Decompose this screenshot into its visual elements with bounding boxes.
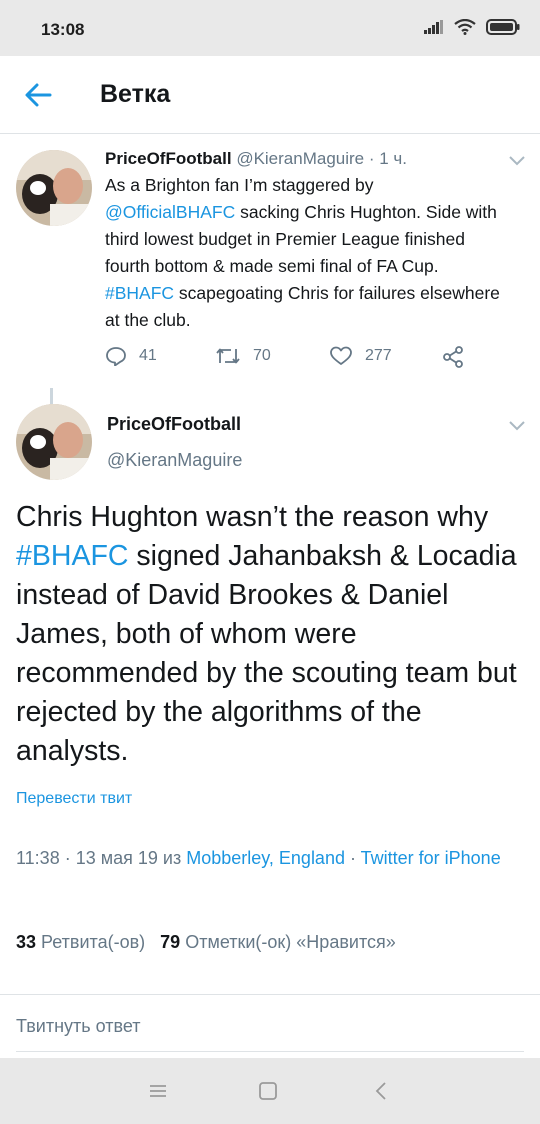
share-button[interactable] [442,346,464,368]
tweet-stats: 33 Ретвита(-ов) 79 Отметки(-ок) «Нравитс… [16,932,396,953]
author-name: PriceOfFootball [105,149,232,168]
avatar-image [16,404,92,480]
arrow-left-icon [25,83,52,107]
mention-link[interactable]: @OfficialBHAFC [105,202,235,222]
like-button[interactable]: 277 [329,346,392,366]
heart-icon [330,346,352,365]
thread-connector [50,388,53,404]
avatar-image [16,150,92,226]
system-nav-bar [0,1058,540,1124]
text-part: Chris Hughton wasn’t the reason why [16,501,489,533]
retweet-button[interactable]: 70 [215,346,271,366]
parent-tweet[interactable]: PriceOfFootball @KieranMaguire · 1 ч. As… [105,146,505,334]
likes-stat[interactable]: 79 Отметки(-ок) «Нравится» [160,932,396,952]
chevron-left-icon [375,1082,386,1100]
tweet-header: PriceOfFootball @KieranMaguire · 1 ч. [105,146,505,172]
main-tweet-text: Chris Hughton wasn’t the reason why #BHA… [16,498,526,771]
avatar[interactable] [16,404,92,480]
divider [0,994,540,995]
app-header: Ветка [0,56,540,134]
hashtag-link[interactable]: #BHAFC [105,283,174,303]
tweet-menu-caret[interactable] [507,153,527,167]
separator: · [364,149,380,168]
like-total: 79 [160,932,181,952]
hashtag-link[interactable]: #BHAFC [16,540,128,572]
author-handle: @KieranMaguire [236,149,365,168]
location-link[interactable]: Mobberley, England [186,848,345,868]
retweet-count: 70 [253,347,271,364]
page-title: Ветка [100,80,171,108]
retweet-label: Ретвита(-ов) [41,932,146,952]
author-name[interactable]: PriceOfFootball [107,414,241,435]
source-link[interactable]: Twitter for iPhone [361,848,501,868]
reply-icon [106,347,126,366]
author-handle[interactable]: @KieranMaguire [107,450,242,471]
text-part: signed Jahanbaksh & Locadia instead of D… [16,540,517,767]
timestamp: 11:38 · 13 мая 19 из [16,848,187,868]
reply-count: 41 [139,347,157,364]
back-button[interactable] [22,80,54,110]
retweets-stat[interactable]: 33 Ретвита(-ов) [16,932,145,952]
tweet-menu-caret[interactable] [507,418,527,432]
status-time: 13:08 [41,20,85,39]
tweet-text: As a Brighton fan I’m staggered by @Offi… [105,172,505,334]
reply-input[interactable]: Твитнуть ответ [16,1016,524,1052]
chevron-down-icon [509,421,525,431]
share-icon [443,346,463,368]
status-icons [424,19,520,35]
wifi-icon [454,19,476,35]
menu-icon [150,1085,166,1097]
tweet-time: 1 ч. [379,149,408,168]
signal-icon [424,20,443,34]
home-nav-button[interactable] [256,1080,280,1102]
home-square-icon [259,1082,277,1100]
tweet-actions: 41 70 277 [105,346,485,376]
meta-separator: · [344,848,361,868]
status-bar: 13:08 [0,0,540,56]
like-label: Отметки(-ок) «Нравится» [185,932,396,952]
tweet-meta: 11:38 · 13 мая 19 из Mobberley, England … [16,845,516,872]
menu-nav-button[interactable] [146,1080,170,1102]
reply-button[interactable]: 41 [105,346,157,366]
retweet-icon [216,348,240,364]
text-part: As a Brighton fan I’m staggered by [105,175,374,195]
translate-tweet-link[interactable]: Перевести твит [16,790,132,808]
like-count: 277 [365,347,392,364]
back-nav-button[interactable] [370,1080,394,1102]
battery-icon [486,19,520,35]
avatar[interactable] [16,150,92,226]
retweet-total: 33 [16,932,37,952]
chevron-down-icon [509,156,525,166]
